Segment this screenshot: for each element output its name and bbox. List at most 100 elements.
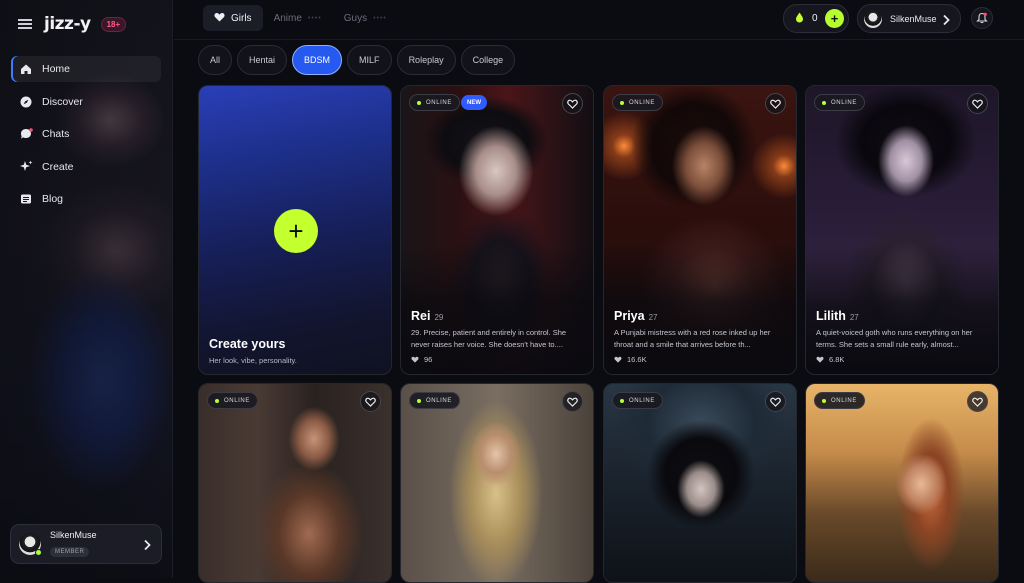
favorite-heart-icon[interactable]	[967, 93, 988, 114]
likes-count: 96	[411, 355, 432, 364]
tab-guys[interactable]: Guys ••••	[333, 5, 398, 31]
favorite-heart-icon[interactable]	[967, 391, 988, 412]
online-badge: ONLINE	[207, 392, 258, 409]
chevron-right-icon	[942, 13, 950, 31]
filter-chip-all[interactable]: All	[198, 45, 233, 75]
sidebar: jizz-y 18+ Home Discover Chats Create Bl…	[0, 0, 173, 578]
online-badge: ONLINE	[612, 392, 663, 409]
online-badge: ONLINE	[409, 94, 460, 111]
character-description: 29. Precise, patient and entirely in con…	[411, 328, 567, 349]
sidebar-item-create[interactable]: Create	[11, 154, 161, 180]
character-card[interactable]: ONLINE	[400, 383, 594, 583]
heart-icon	[816, 356, 824, 363]
sparkle-icon	[19, 160, 33, 174]
likes-value: 6.8K	[829, 355, 845, 364]
sidebar-item-blog[interactable]: Blog	[11, 186, 161, 212]
character-card[interactable]: ONLINE	[805, 383, 999, 583]
age-badge: 18+	[100, 16, 127, 32]
character-age: 27	[648, 313, 658, 322]
menu-icon[interactable]	[18, 19, 32, 29]
favorite-heart-icon[interactable]	[562, 391, 583, 412]
sidebar-nav: Home Discover Chats Create Blog	[11, 56, 161, 219]
character-name: Rei 29	[411, 309, 443, 323]
filter-chip-roleplay[interactable]: Roleplay	[396, 45, 456, 75]
tab-label: Guys	[343, 12, 368, 24]
sidebar-item-chats[interactable]: Chats	[11, 121, 161, 147]
character-age: 29	[434, 313, 444, 322]
tab-girls[interactable]: Girls	[203, 5, 263, 31]
online-badge: ONLINE	[612, 94, 663, 111]
category-tabs: Girls Anime •••• Guys ••••	[203, 5, 398, 31]
favorite-heart-icon[interactable]	[765, 93, 786, 114]
heart-icon	[411, 356, 419, 363]
credits-count: 0	[812, 13, 818, 24]
filter-chip-college[interactable]: College	[460, 45, 516, 75]
online-badge: ONLINE	[409, 392, 460, 409]
brand: jizz-y 18+	[18, 14, 127, 34]
character-card-rei[interactable]: ONLINE NEW Rei 29 29. Precise, patient an…	[400, 85, 594, 375]
create-plus-button[interactable]: +	[274, 209, 318, 253]
sidebar-item-home[interactable]: Home	[11, 56, 161, 82]
sidebar-item-label: Blog	[42, 193, 64, 205]
filter-chips: All Hentai BDSM MILF Roleplay College	[198, 45, 520, 75]
filter-chip-bdsm[interactable]: BDSM	[292, 45, 343, 75]
avatar	[19, 533, 42, 556]
favorite-heart-icon[interactable]	[562, 93, 583, 114]
likes-count: 16.6K	[614, 355, 647, 364]
avatar	[864, 9, 882, 28]
filter-chip-milf[interactable]: MILF	[347, 45, 392, 75]
chevron-right-icon	[143, 538, 151, 556]
character-photo	[199, 384, 391, 582]
credits-pill[interactable]: 0 +	[783, 4, 849, 33]
character-name: Priya 27	[614, 309, 658, 323]
user-role-badge: MEMBER	[50, 547, 90, 557]
character-age: 27	[849, 313, 859, 322]
character-name-text: Lilith	[816, 309, 846, 323]
likes-count: 6.8K	[816, 355, 844, 364]
logo[interactable]: jizz-y	[44, 14, 91, 34]
likes-value: 96	[424, 355, 433, 364]
character-card-lilith[interactable]: ONLINE Lilith 27 A quiet-voiced goth who …	[805, 85, 999, 375]
tab-dots: ••••	[307, 14, 322, 22]
account-name: SilkenMuse	[890, 13, 937, 24]
character-name-text: Rei	[411, 309, 431, 323]
sidebar-item-discover[interactable]: Discover	[11, 89, 161, 115]
home-icon	[19, 62, 33, 76]
character-photo	[604, 384, 796, 582]
character-card[interactable]: ONLINE	[603, 383, 797, 583]
new-badge: NEW	[461, 95, 487, 110]
favorite-heart-icon[interactable]	[765, 391, 786, 412]
character-card[interactable]: ONLINE	[198, 383, 392, 583]
drop-icon	[795, 10, 804, 28]
tab-label: Girls	[231, 12, 252, 24]
tab-label: Anime	[273, 12, 302, 24]
online-badge: ONLINE	[814, 392, 865, 409]
sidebar-item-label: Create	[42, 160, 74, 173]
blog-icon	[19, 192, 33, 206]
online-badge: ONLINE	[814, 94, 865, 111]
account-pill[interactable]: SilkenMuse	[857, 4, 961, 33]
top-bar: Girls Anime •••• Guys •••• 0 + SilkenMuse	[174, 0, 1024, 40]
sidebar-item-label: Discover	[42, 95, 83, 108]
sidebar-user-card[interactable]: SilkenMuse MEMBER	[10, 524, 162, 564]
favorite-heart-icon[interactable]	[360, 391, 381, 412]
create-card-title: Create yours	[209, 337, 286, 351]
create-character-card[interactable]: + Create yours Her look, vibe, personali…	[198, 85, 392, 375]
online-dot	[35, 549, 42, 556]
character-card-priya[interactable]: ONLINE Priya 27 A Punjabi mistress with a…	[603, 85, 797, 375]
filter-chip-hentai[interactable]: Hentai	[237, 45, 288, 75]
character-description: A Punjabi mistress with a red rose inked…	[614, 328, 771, 349]
add-credits-button[interactable]: +	[825, 9, 844, 28]
character-photo	[401, 384, 593, 582]
notification-bell-icon[interactable]	[971, 7, 993, 29]
sidebar-item-label: Chats	[42, 128, 70, 140]
character-photo	[806, 384, 998, 582]
heart-icon	[614, 356, 622, 363]
sidebar-item-label: Home	[42, 63, 71, 75]
chat-icon	[19, 127, 33, 141]
heart-icon	[214, 12, 225, 25]
tab-anime[interactable]: Anime ••••	[263, 5, 333, 31]
likes-value: 16.6K	[627, 355, 647, 364]
character-name: Lilith 27	[816, 309, 859, 323]
user-name: SilkenMuse	[50, 530, 97, 540]
